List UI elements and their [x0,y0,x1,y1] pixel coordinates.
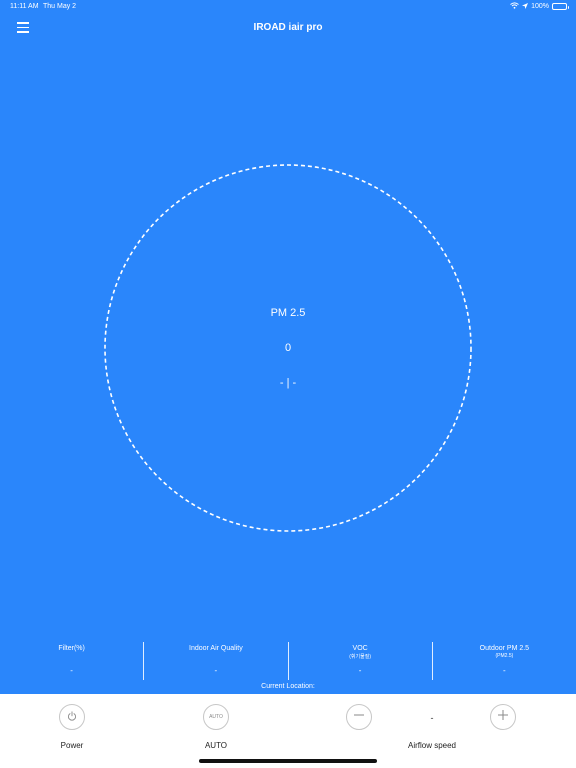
gauge-value: 0 [284,342,292,354]
home-indicator[interactable] [199,759,377,763]
stat-value: - [358,666,362,675]
stat-filter: Filter(%) - [0,642,143,680]
stat-voc: VOC (휘기물질) - [287,642,432,680]
battery-icon [552,3,569,10]
gauge-title: PM 2.5 [270,307,306,319]
battery-percentage: 100% [531,3,549,10]
minus-icon [353,708,365,726]
airflow-speed-value: - [430,713,434,723]
plus-icon [497,708,509,726]
stat-indoor-air-quality: Indoor Air Quality - [143,642,287,680]
location-arrow-icon [522,2,529,11]
increase-speed-button[interactable] [490,704,516,730]
stat-value: - [503,666,506,675]
stat-value: - [70,666,73,675]
stat-outdoor-pm25: Outdoor PM 2.5 (PM2.5) - [431,642,576,680]
status-bar: 11:11 AM Thu May 2 100% [0,0,576,14]
app-title: IROAD iair pro [253,22,323,33]
stat-label: Filter(%) [58,645,85,652]
pm25-gauge: PM 2.5 0 - | - [104,164,472,532]
power-label: Power [60,741,84,750]
app-screen: 11:11 AM Thu May 2 100% IROAD iair pro P… [0,0,576,694]
gauge-status: - | - [279,377,297,389]
stat-label: VOC [352,645,368,652]
stat-sublabel: (휘기물질) [349,654,371,660]
power-icon [67,708,77,726]
auto-button[interactable]: AUTO [203,704,229,730]
control-panel: Power AUTO AUTO - Airflow speed [0,694,576,768]
decrease-speed-button[interactable] [346,704,372,730]
power-button[interactable] [59,704,85,730]
status-date: Thu May 2 [43,3,77,10]
stat-label: Outdoor PM 2.5 [479,645,530,652]
auto-button-text: AUTO [209,714,223,720]
stat-value: - [214,666,218,675]
current-location-label: Current Location: [261,683,315,690]
stat-sublabel: (PM2.5) [495,653,514,659]
stat-label: Indoor Air Quality [189,645,243,652]
stats-row: Filter(%) - Indoor Air Quality - VOC (휘기… [0,642,576,680]
auto-label: AUTO [204,741,228,750]
status-indicators: 100% [510,2,569,11]
wifi-icon [510,2,519,11]
status-time: 11:11 AM [10,3,39,10]
airflow-speed-label: Airflow speed [407,741,457,750]
